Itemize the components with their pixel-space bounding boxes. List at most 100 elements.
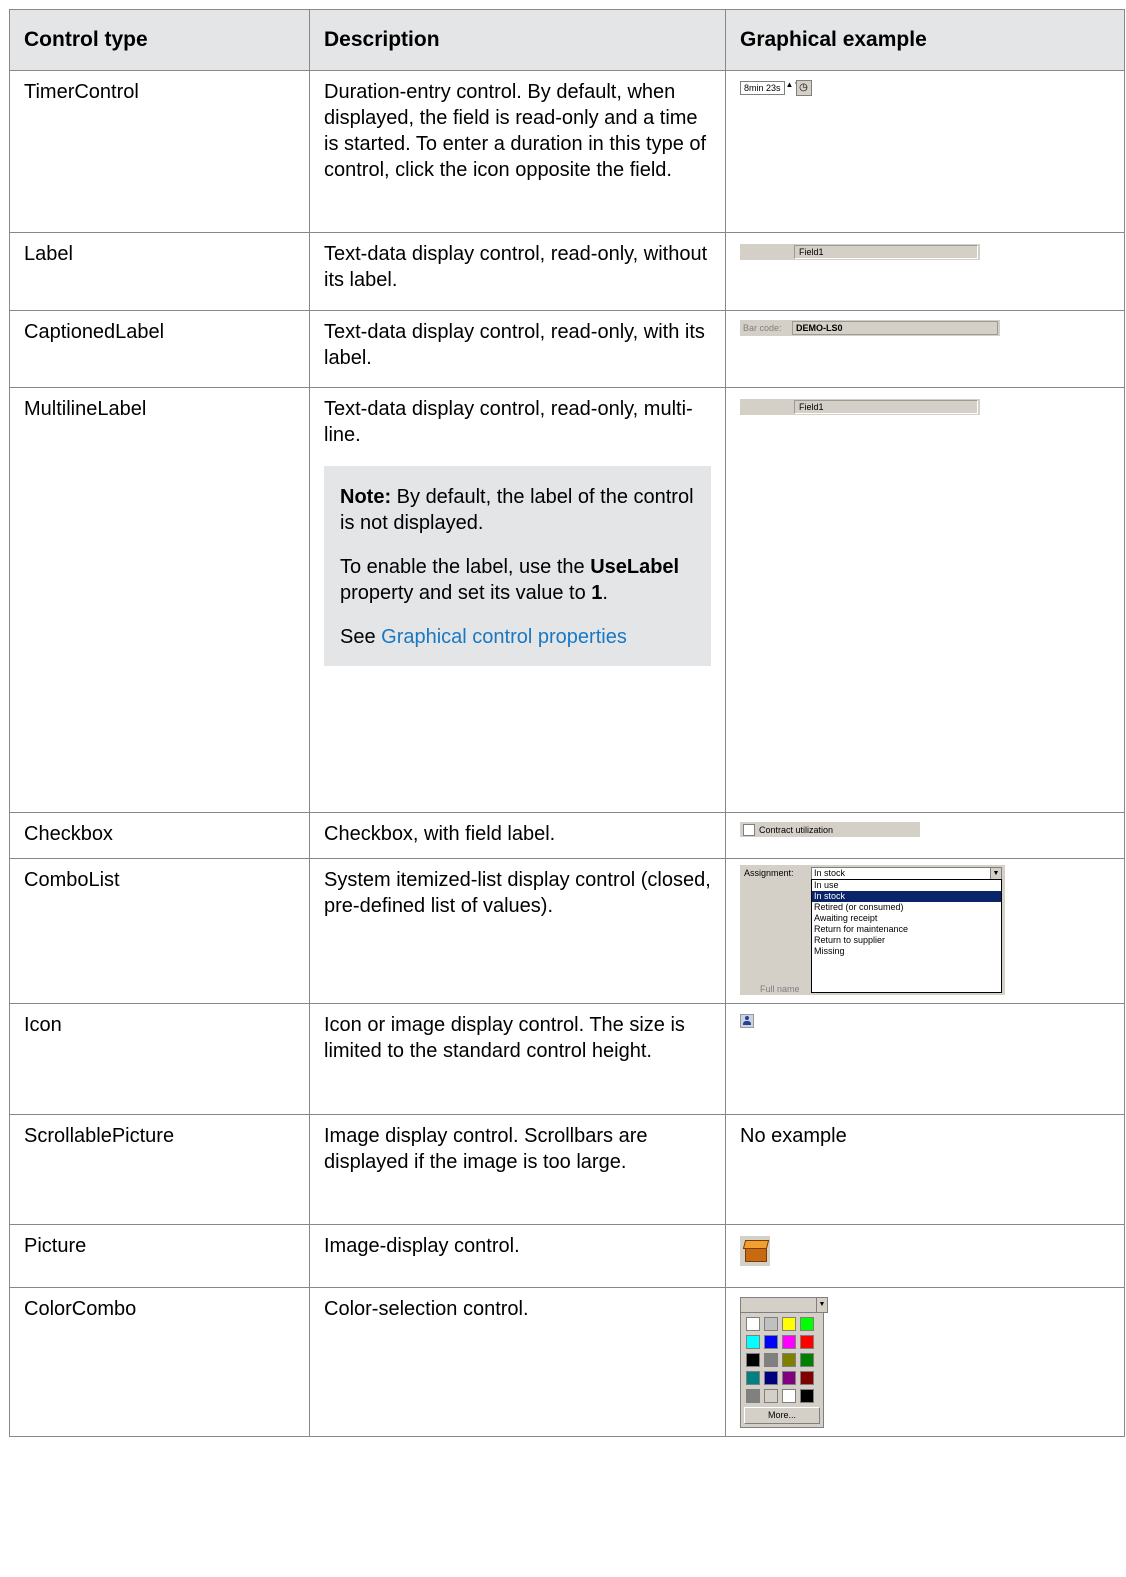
example-cell <box>725 1224 1125 1288</box>
color-swatch[interactable] <box>800 1317 814 1331</box>
example-cell: Field1 <box>725 387 1125 813</box>
description-cell: Text-data display control, read-only, wi… <box>309 310 726 388</box>
color-swatch[interactable] <box>764 1371 778 1385</box>
combo-caption: Assignment: <box>744 868 794 878</box>
combo-selected-value: In stock <box>814 868 846 878</box>
note-line-3: See Graphical control properties <box>340 626 627 648</box>
timer-field: 8min 23s <box>740 81 785 95</box>
combo-dropdown-list: In use In stock Retired (or consumed) Aw… <box>811 879 1002 993</box>
description-cell: Text-data display control, read-only, wi… <box>309 232 726 311</box>
more-colors-button[interactable]: More... <box>744 1407 820 1424</box>
multiline-label-field: Field1 <box>794 400 978 414</box>
spin-arrows-icon: ▲▼ <box>785 80 802 89</box>
control-type-cell: ColorCombo <box>9 1287 310 1437</box>
example-cell: Assignment: In stock ▼ In use In stock R… <box>725 858 1125 1004</box>
example-cell <box>725 1003 1125 1115</box>
box-picture-icon <box>740 1236 770 1266</box>
example-cell: No example <box>725 1114 1125 1225</box>
description-cell: Image-display control. <box>309 1224 726 1288</box>
table-row: ColorCombo Color-selection control. ▼ Mo… <box>9 1287 1125 1437</box>
control-type-cell: CaptionedLabel <box>9 310 310 388</box>
color-swatch[interactable] <box>746 1317 760 1331</box>
color-swatch[interactable] <box>782 1353 796 1367</box>
header-graphical-example: Graphical example <box>725 9 1125 71</box>
combo-option[interactable]: Return for maintenance <box>812 924 1001 935</box>
combo-list-example: Assignment: In stock ▼ In use In stock R… <box>740 865 1005 995</box>
color-swatch[interactable] <box>800 1335 814 1349</box>
color-swatch[interactable] <box>782 1389 796 1403</box>
note-line-2: To enable the label, use the UseLabel pr… <box>340 556 680 604</box>
color-swatch[interactable] <box>746 1389 760 1403</box>
control-type-cell: TimerControl <box>9 70 310 233</box>
captioned-label-example: Bar code: DEMO-LS0 <box>740 320 1000 336</box>
example-cell: 8min 23s ▲▼ ◷ <box>725 70 1125 233</box>
control-type-cell: Label <box>9 232 310 311</box>
color-swatch[interactable] <box>764 1317 778 1331</box>
label-field: Field1 <box>794 245 978 259</box>
person-icon <box>740 1014 754 1028</box>
checkbox-box[interactable] <box>743 823 755 836</box>
color-swatch[interactable] <box>746 1353 760 1367</box>
description-cell: Icon or image display control. The size … <box>309 1003 726 1115</box>
color-combo-example: ▼ More... <box>740 1297 828 1428</box>
table-row: Icon Icon or image display control. The … <box>9 1003 1125 1115</box>
color-swatch-grid <box>744 1317 820 1403</box>
color-swatch[interactable] <box>764 1389 778 1403</box>
controls-table: Control type Description Graphical examp… <box>9 9 1125 1437</box>
header-control-type: Control type <box>9 9 310 71</box>
color-swatch[interactable] <box>800 1371 814 1385</box>
description-cell: Duration-entry control. By default, when… <box>309 70 726 233</box>
description-cell: Color-selection control. <box>309 1287 726 1437</box>
chevron-down-icon[interactable]: ▼ <box>816 1298 827 1312</box>
timer-control-example: 8min 23s ▲▼ ◷ <box>740 80 1110 96</box>
color-swatch[interactable] <box>746 1371 760 1385</box>
captioned-label-caption: Bar code: <box>743 323 782 333</box>
table-row: Picture Image-display control. <box>9 1224 1125 1288</box>
combo-option[interactable]: Retired (or consumed) <box>812 902 1001 913</box>
example-cell: Bar code: DEMO-LS0 <box>725 310 1125 388</box>
description-cell: Text-data display control, read-only, mu… <box>309 387 726 813</box>
combo-option[interactable]: Missing <box>812 946 1001 957</box>
table-row: ScrollablePicture Image display control.… <box>9 1114 1125 1225</box>
table-header-row: Control type Description Graphical examp… <box>9 9 1125 71</box>
color-swatch[interactable] <box>764 1353 778 1367</box>
color-combo-select[interactable]: ▼ <box>740 1297 828 1313</box>
color-swatch[interactable] <box>764 1335 778 1349</box>
description-cell: System itemized-list display control (cl… <box>309 858 726 1004</box>
description-cell: Checkbox, with field label. <box>309 812 726 859</box>
combo-option[interactable]: In use <box>812 880 1001 891</box>
color-swatch[interactable] <box>746 1335 760 1349</box>
combo-option[interactable]: Awaiting receipt <box>812 913 1001 924</box>
table-row: ComboList System itemized-list display c… <box>9 858 1125 1004</box>
graphical-control-properties-link[interactable]: Graphical control properties <box>381 626 627 648</box>
table-row: Checkbox Checkbox, with field label. Con… <box>9 812 1125 859</box>
example-cell: Contract utilization <box>725 812 1125 859</box>
header-description: Description <box>309 9 726 71</box>
control-type-cell: Checkbox <box>9 812 310 859</box>
control-type-cell: MultilineLabel <box>9 387 310 813</box>
label-example: Field1 <box>740 244 980 260</box>
combo-option[interactable]: Return to supplier <box>812 935 1001 946</box>
chevron-down-icon[interactable]: ▼ <box>990 868 1001 879</box>
combo-option[interactable]: In stock <box>812 891 1001 902</box>
checkbox-example: Contract utilization <box>740 822 920 837</box>
control-type-cell: Icon <box>9 1003 310 1115</box>
color-swatch[interactable] <box>782 1371 796 1385</box>
control-type-cell: ComboList <box>9 858 310 1004</box>
color-swatch[interactable] <box>782 1317 796 1331</box>
color-swatch[interactable] <box>782 1335 796 1349</box>
color-swatch[interactable] <box>800 1389 814 1403</box>
control-type-cell: Picture <box>9 1224 310 1288</box>
combo-behind-label: Full name <box>760 984 800 994</box>
table-row: TimerControl Duration-entry control. By … <box>9 70 1125 233</box>
table-row: MultilineLabel Text-data display control… <box>9 387 1125 813</box>
note-lead: Note: <box>340 486 392 508</box>
description-cell: Image display control. Scrollbars are di… <box>309 1114 726 1225</box>
table-row: Label Text-data display control, read-on… <box>9 232 1125 311</box>
captioned-label-value: DEMO-LS0 <box>792 321 998 335</box>
color-swatch[interactable] <box>800 1353 814 1367</box>
note-line-1: Note: By default, the label of the contr… <box>340 486 694 534</box>
clock-icon: ◷ <box>795 80 812 96</box>
multiline-label-example: Field1 <box>740 399 980 415</box>
table-row: CaptionedLabel Text-data display control… <box>9 310 1125 388</box>
